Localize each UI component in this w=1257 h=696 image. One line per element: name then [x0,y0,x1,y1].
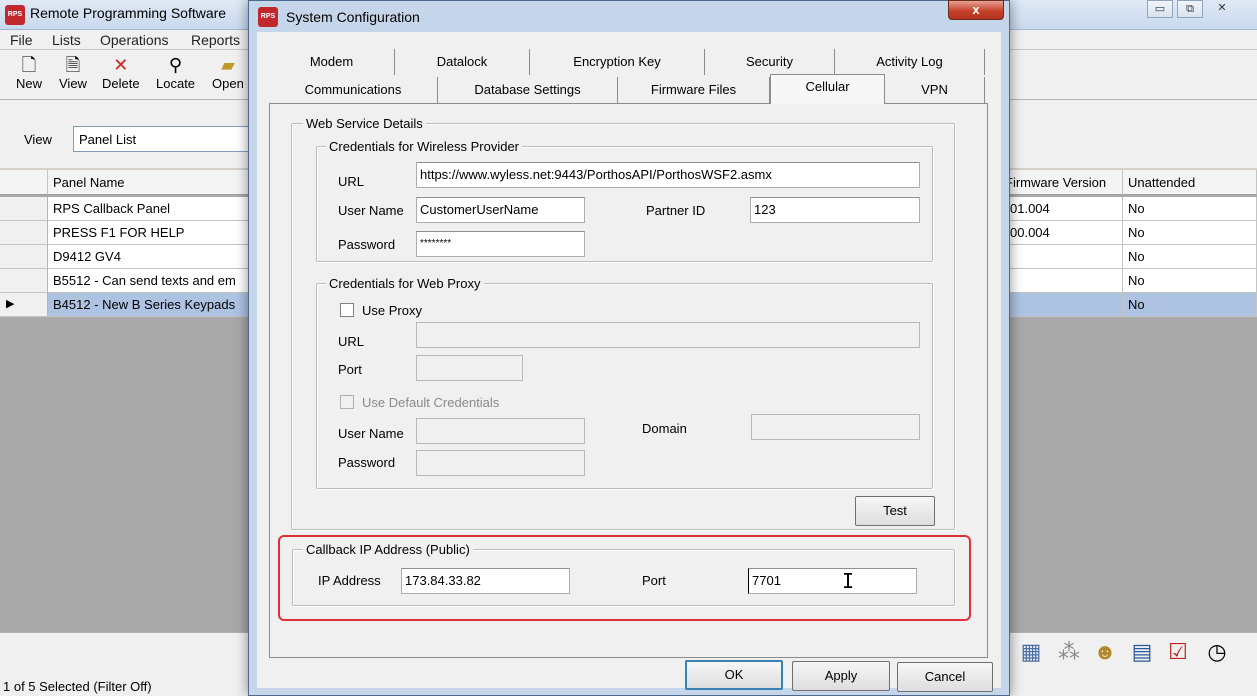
table-row-name[interactable]: B5512 - Can send texts and em [48,269,252,293]
row-header[interactable] [0,269,48,293]
row-header[interactable] [0,245,48,269]
proxy-url-label: URL [338,334,365,349]
proxy-port-field[interactable] [416,355,523,381]
table-row-unattended[interactable]: No [1123,269,1257,293]
column-header-panel-name[interactable]: Panel Name [48,170,252,195]
web-service-details-legend: Web Service Details [303,116,426,131]
tab-database-settings[interactable]: Database Settings [438,77,618,103]
table-row-firmware[interactable] [1005,293,1123,317]
view-label: View [24,132,52,147]
table-row-unattended[interactable]: No [1123,245,1257,269]
binoculars-icon: ⚲ [168,55,183,75]
row-header-corner [0,170,48,195]
wireless-user-name-label: User Name [338,203,404,218]
view-select[interactable]: Panel List [73,126,253,152]
minimize-icon[interactable]: ▭ [1147,0,1173,18]
table-row-unattended[interactable]: No [1123,293,1257,317]
proxy-domain-field[interactable] [751,414,920,440]
partner-id-label: Partner ID [646,203,706,218]
dialog-title-bar[interactable]: RPS System Configuration [256,4,1006,30]
table-row-name[interactable]: D9412 GV4 [48,245,252,269]
tab-security[interactable]: Security [705,49,835,75]
tab-datalock[interactable]: Datalock [395,49,530,75]
delete-icon: ✕ [113,55,129,75]
table-row-name[interactable]: RPS Callback Panel [48,197,252,221]
maximize-icon[interactable]: ⧉ [1177,0,1203,18]
tab-activity-log[interactable]: Activity Log [835,49,985,75]
use-default-credentials-label[interactable]: Use Default Credentials [362,395,499,410]
current-row-marker-icon[interactable]: ▶ [0,293,48,317]
proxy-user-name-label: User Name [338,426,404,441]
text-cursor-icon: I [842,569,855,593]
table-row-firmware[interactable]: 00.004 [1005,221,1123,245]
menu-file[interactable]: File [10,32,33,48]
tab-cellular[interactable]: Cellular [770,74,885,104]
test-button[interactable]: Test [855,496,935,526]
use-proxy-checkbox[interactable] [340,303,354,317]
proxy-domain-label: Domain [642,421,687,436]
view-icon: 🗎 [65,55,81,75]
dialog-title: System Configuration [286,9,420,25]
new-button[interactable]: 🗋 New [16,54,42,91]
tab-encryption-key[interactable]: Encryption Key [530,49,705,75]
wireless-url-label: URL [338,174,365,189]
table-row-unattended[interactable]: No [1123,221,1257,245]
new-document-icon: 🗋 [21,55,37,75]
column-header-firmware-version[interactable]: Firmware Version [1005,170,1123,195]
table-row-unattended[interactable]: No [1123,197,1257,221]
rps-app-icon: RPS [5,5,25,25]
checklist-icon[interactable]: ☑ [1165,638,1191,666]
proxy-user-name-field[interactable] [416,418,585,444]
wireless-password-field[interactable]: ******** [416,231,585,257]
tab-communications[interactable]: Communications [269,77,438,103]
table-row-firmware[interactable] [1005,269,1123,293]
report-icon[interactable]: ▤ [1129,638,1155,666]
column-header-unattended[interactable]: Unattended [1123,170,1257,195]
web-proxy-legend: Credentials for Web Proxy [326,276,484,291]
menu-reports[interactable]: Reports [191,32,240,48]
dialog-close-button[interactable]: x [948,0,1004,20]
proxy-url-field[interactable] [416,322,920,348]
view-button[interactable]: 🗎 View [59,54,87,91]
open-button[interactable]: ▰ Open [212,54,244,91]
table-row-firmware[interactable] [1005,245,1123,269]
open-folder-icon: ▰ [220,55,235,75]
tab-vpn[interactable]: VPN [885,77,985,103]
clock-icon[interactable]: ◷ [1204,638,1230,666]
use-proxy-label[interactable]: Use Proxy [362,303,422,318]
ok-button[interactable]: OK [685,660,783,690]
menu-lists[interactable]: Lists [52,32,81,48]
wireless-url-field[interactable]: https://www.wyless.net:9443/PorthosAPI/P… [416,162,920,188]
proxy-password-label: Password [338,455,396,470]
tab-modem[interactable]: Modem [269,49,395,75]
apply-button[interactable]: Apply [792,661,890,691]
wireless-user-name-field[interactable]: CustomerUserName [416,197,585,223]
network-icon[interactable]: ⁂ [1056,638,1082,666]
menu-operations[interactable]: Operations [100,32,168,48]
cancel-button[interactable]: Cancel [897,662,993,692]
status-text: 1 of 5 Selected (Filter Off) [0,676,260,696]
table-row-name[interactable]: PRESS F1 FOR HELP [48,221,252,245]
main-close-icon[interactable]: ✕ [1209,0,1235,18]
rps-dialog-icon: RPS [258,7,278,27]
proxy-port-label: Port [338,362,362,377]
table-row-firmware[interactable]: 01.004 [1005,197,1123,221]
use-default-credentials-checkbox[interactable] [340,395,354,409]
callback-highlight-frame [278,535,971,621]
row-header[interactable] [0,221,48,245]
partner-id-field[interactable]: 123 [750,197,920,223]
table-row-name[interactable]: B4512 - New B Series Keypads [48,293,252,317]
calendar-icon[interactable]: ▦ [1018,638,1044,666]
proxy-password-field[interactable] [416,450,585,476]
delete-button[interactable]: ✕ Delete [102,54,140,91]
main-window-title: Remote Programming Software [30,5,227,21]
wireless-provider-legend: Credentials for Wireless Provider [326,139,523,154]
row-header[interactable] [0,197,48,221]
locate-button[interactable]: ⚲ Locate [156,54,195,91]
tab-firmware-files[interactable]: Firmware Files [618,77,770,103]
wireless-password-label: Password [338,237,396,252]
users-icon[interactable]: ☻ [1092,638,1118,666]
